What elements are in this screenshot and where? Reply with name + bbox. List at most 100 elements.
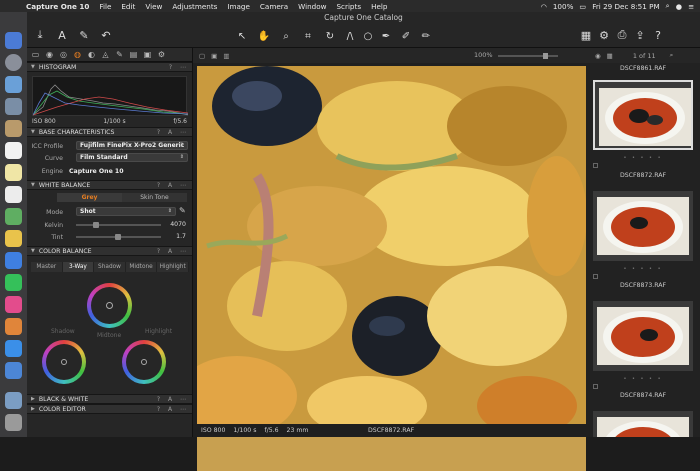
export-icon[interactable]: ⇪: [633, 27, 647, 43]
browser-grid-icon[interactable]: ▦: [607, 52, 613, 60]
datetime[interactable]: Fri 29 Dec 8:51 PM: [592, 2, 659, 11]
tab-highlight[interactable]: Highlight: [157, 262, 189, 272]
exposure-tab-icon[interactable]: ◐: [87, 50, 96, 59]
safari-icon[interactable]: [5, 76, 22, 93]
notification-icon[interactable]: ≡: [688, 2, 694, 11]
section-icons[interactable]: ? A ⋯: [157, 396, 189, 403]
brush-icon[interactable]: ✎: [75, 27, 93, 43]
section-icons[interactable]: ? A ⋯: [157, 129, 189, 136]
multi-view-icon[interactable]: ▣: [211, 52, 217, 60]
crop-tool-icon[interactable]: ⌗: [298, 29, 318, 43]
metadata-tab-icon[interactable]: ▤: [129, 50, 138, 59]
pan-tool-icon[interactable]: ✋: [254, 29, 274, 43]
menu-window[interactable]: Window: [298, 2, 326, 11]
kelvin-value[interactable]: 4070: [170, 221, 186, 228]
tint-value[interactable]: 1.7: [176, 233, 186, 240]
highlight-color-wheel[interactable]: [122, 340, 166, 384]
rotate-tool-icon[interactable]: ↻: [320, 29, 340, 43]
menu-scripts[interactable]: Scripts: [336, 2, 361, 11]
thumbnail-3[interactable]: [593, 301, 693, 371]
tab-grey[interactable]: Grey: [57, 193, 122, 202]
text-icon[interactable]: A: [53, 27, 71, 43]
tab-skin-tone[interactable]: Skin Tone: [122, 193, 187, 202]
menu-image[interactable]: Image: [227, 2, 250, 11]
help-icon[interactable]: ?: [651, 27, 665, 43]
trash-icon[interactable]: [5, 414, 22, 431]
photos-icon[interactable]: [5, 230, 22, 247]
circle-tool-icon[interactable]: ○: [358, 29, 378, 43]
info-icon[interactable]: [5, 362, 22, 379]
thumbnail-1[interactable]: [593, 80, 693, 150]
tab-shadow[interactable]: Shadow: [94, 262, 126, 272]
pen-tool-icon[interactable]: ✒: [376, 29, 396, 43]
kelvin-slider[interactable]: [76, 224, 161, 226]
contacts-icon[interactable]: [5, 120, 22, 137]
white-balance-header[interactable]: ▼ WHITE BALANCE ? A ⋯: [27, 180, 192, 190]
menu-camera[interactable]: Camera: [260, 2, 288, 11]
import-icon[interactable]: ⤓: [31, 27, 49, 43]
menu-help[interactable]: Help: [371, 2, 387, 11]
browser-search-icon[interactable]: ⌕: [670, 51, 674, 60]
zoom-slider[interactable]: [498, 55, 558, 57]
adjustments-tab-icon[interactable]: ✎: [115, 50, 124, 59]
midtone-color-wheel[interactable]: [87, 283, 132, 328]
maps-icon[interactable]: [5, 208, 22, 225]
wifi-icon[interactable]: ◠: [541, 2, 547, 11]
grid-icon[interactable]: ▦: [579, 27, 593, 43]
menu-edit[interactable]: Edit: [121, 2, 135, 11]
menu-view[interactable]: View: [145, 2, 162, 11]
launchpad-icon[interactable]: [5, 54, 22, 71]
section-icons[interactable]: ? A ⋯: [157, 182, 189, 189]
shadow-color-wheel[interactable]: [42, 340, 86, 384]
select-checkbox[interactable]: [593, 274, 598, 279]
books-icon[interactable]: [5, 318, 22, 335]
keystone-tool-icon[interactable]: /\: [340, 29, 360, 43]
histogram-header[interactable]: ▼ HISTOGRAM ? ⋯: [27, 62, 192, 72]
eye-icon[interactable]: ◉: [595, 52, 601, 60]
rating-dots[interactable]: • • • • •: [590, 376, 696, 382]
curve-select[interactable]: Film Standard ⇕: [76, 153, 188, 162]
select-checkbox[interactable]: [593, 384, 598, 389]
facetime-icon[interactable]: [5, 274, 22, 291]
zoom-tool-icon[interactable]: ⌕: [276, 29, 296, 43]
tab-master[interactable]: Master: [31, 262, 63, 272]
batch-tab-icon[interactable]: ⚙: [157, 50, 166, 59]
calendar-icon[interactable]: [5, 142, 22, 159]
color-balance-header[interactable]: ▼ COLOR BALANCE ? A ⋯: [27, 246, 192, 256]
user-icon[interactable]: ●: [676, 2, 682, 11]
spotlight-icon[interactable]: ⌕: [666, 1, 670, 11]
rating-dots[interactable]: • • • • •: [590, 266, 696, 272]
tab-3-way[interactable]: 3-Way: [62, 262, 95, 272]
base-characteristics-header[interactable]: ▼ BASE CHARACTERISTICS ? A ⋯: [27, 127, 192, 137]
menu-adjustments[interactable]: Adjustments: [172, 2, 217, 11]
thumbnail-4[interactable]: [593, 411, 693, 437]
select-checkbox[interactable]: [593, 163, 598, 168]
print-icon[interactable]: ⎙: [615, 27, 629, 43]
output-tab-icon[interactable]: ▣: [143, 50, 152, 59]
eyedropper-icon[interactable]: ✎: [179, 206, 186, 215]
section-icons[interactable]: ? A ⋯: [157, 248, 189, 255]
reminders-icon[interactable]: [5, 186, 22, 203]
color-tab-icon[interactable]: ◍: [73, 50, 82, 59]
section-icons[interactable]: ? ⋯: [169, 64, 189, 71]
color-editor-header[interactable]: ▶ COLOR EDITOR ? A ⋯: [27, 404, 192, 414]
menu-app-name[interactable]: Capture One 10: [26, 2, 89, 11]
messages-icon[interactable]: [5, 252, 22, 269]
thumbnail-2[interactable]: [593, 191, 693, 261]
tab-midtone[interactable]: Midtone: [125, 262, 158, 272]
music-icon[interactable]: [5, 296, 22, 313]
library-tab-icon[interactable]: ▭: [31, 50, 40, 59]
rating-dots[interactable]: • • • • •: [590, 155, 696, 161]
single-view-icon[interactable]: ▢: [199, 52, 205, 60]
capture-tab-icon[interactable]: ◉: [45, 50, 54, 59]
zoom-slider-knob[interactable]: [543, 53, 548, 59]
mail-icon[interactable]: [5, 98, 22, 115]
icc-profile-select[interactable]: Fujifilm FinePix X-Pro2 Generic ⇕: [76, 141, 188, 150]
undo-icon[interactable]: ↶: [97, 27, 115, 43]
compare-view-icon[interactable]: ▥: [223, 52, 229, 60]
black-white-header[interactable]: ▶ BLACK & WHITE ? A ⋯: [27, 394, 192, 404]
main-photo[interactable]: [197, 66, 586, 471]
appstore-icon[interactable]: [5, 340, 22, 357]
kelvin-slider-knob[interactable]: [93, 222, 99, 228]
cursor-tool-icon[interactable]: ↖: [232, 29, 252, 43]
